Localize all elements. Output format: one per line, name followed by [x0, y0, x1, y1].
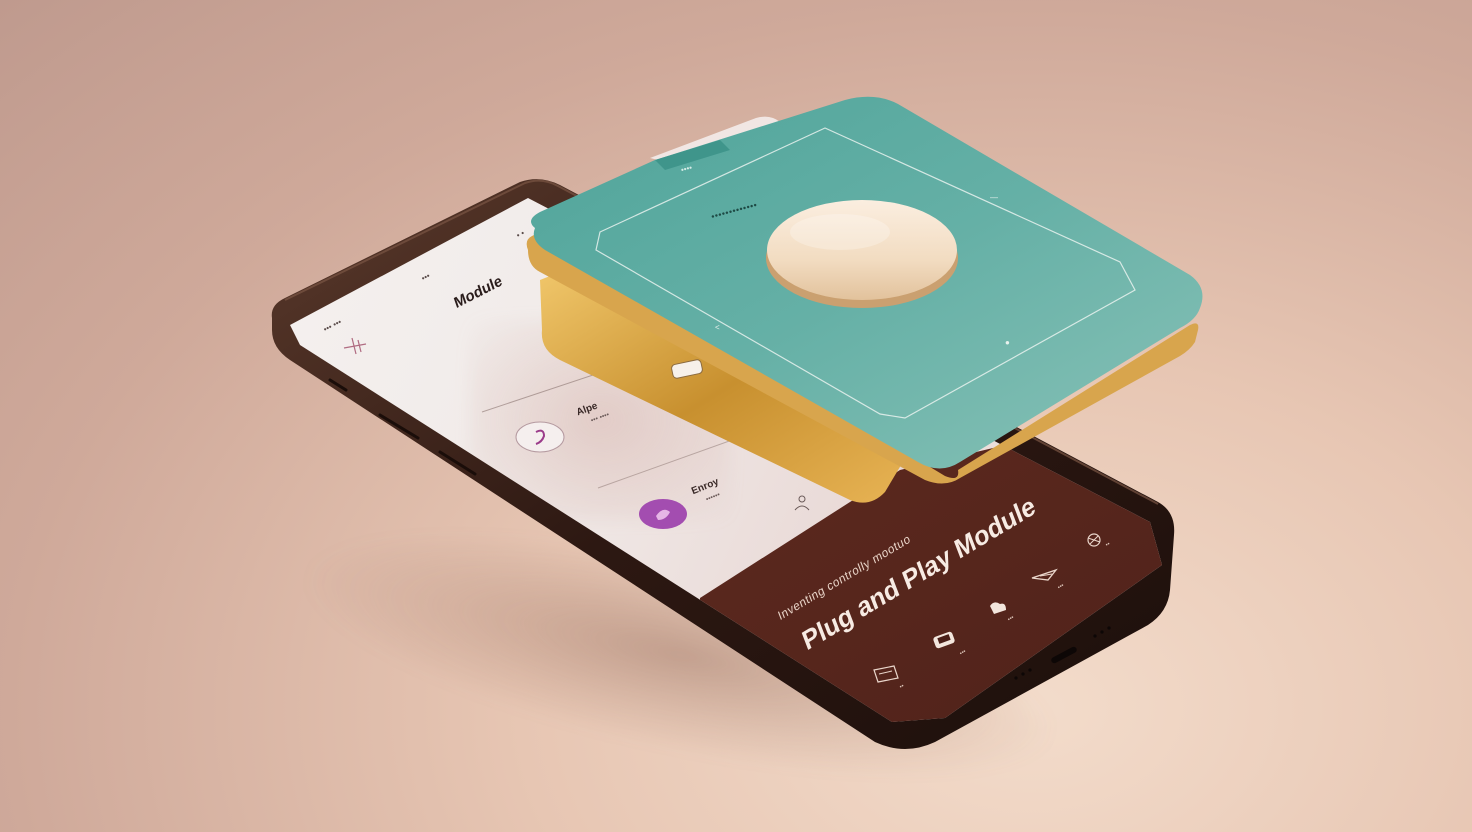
- scene: Module ••• ••• ••• • • Alpe ••• •••• Enr…: [0, 0, 1472, 832]
- svg-text:—: —: [990, 193, 998, 202]
- floating-module-card: < ● —: [526, 96, 1203, 503]
- svg-text:<: <: [715, 323, 720, 332]
- svg-text:●: ●: [1005, 338, 1010, 347]
